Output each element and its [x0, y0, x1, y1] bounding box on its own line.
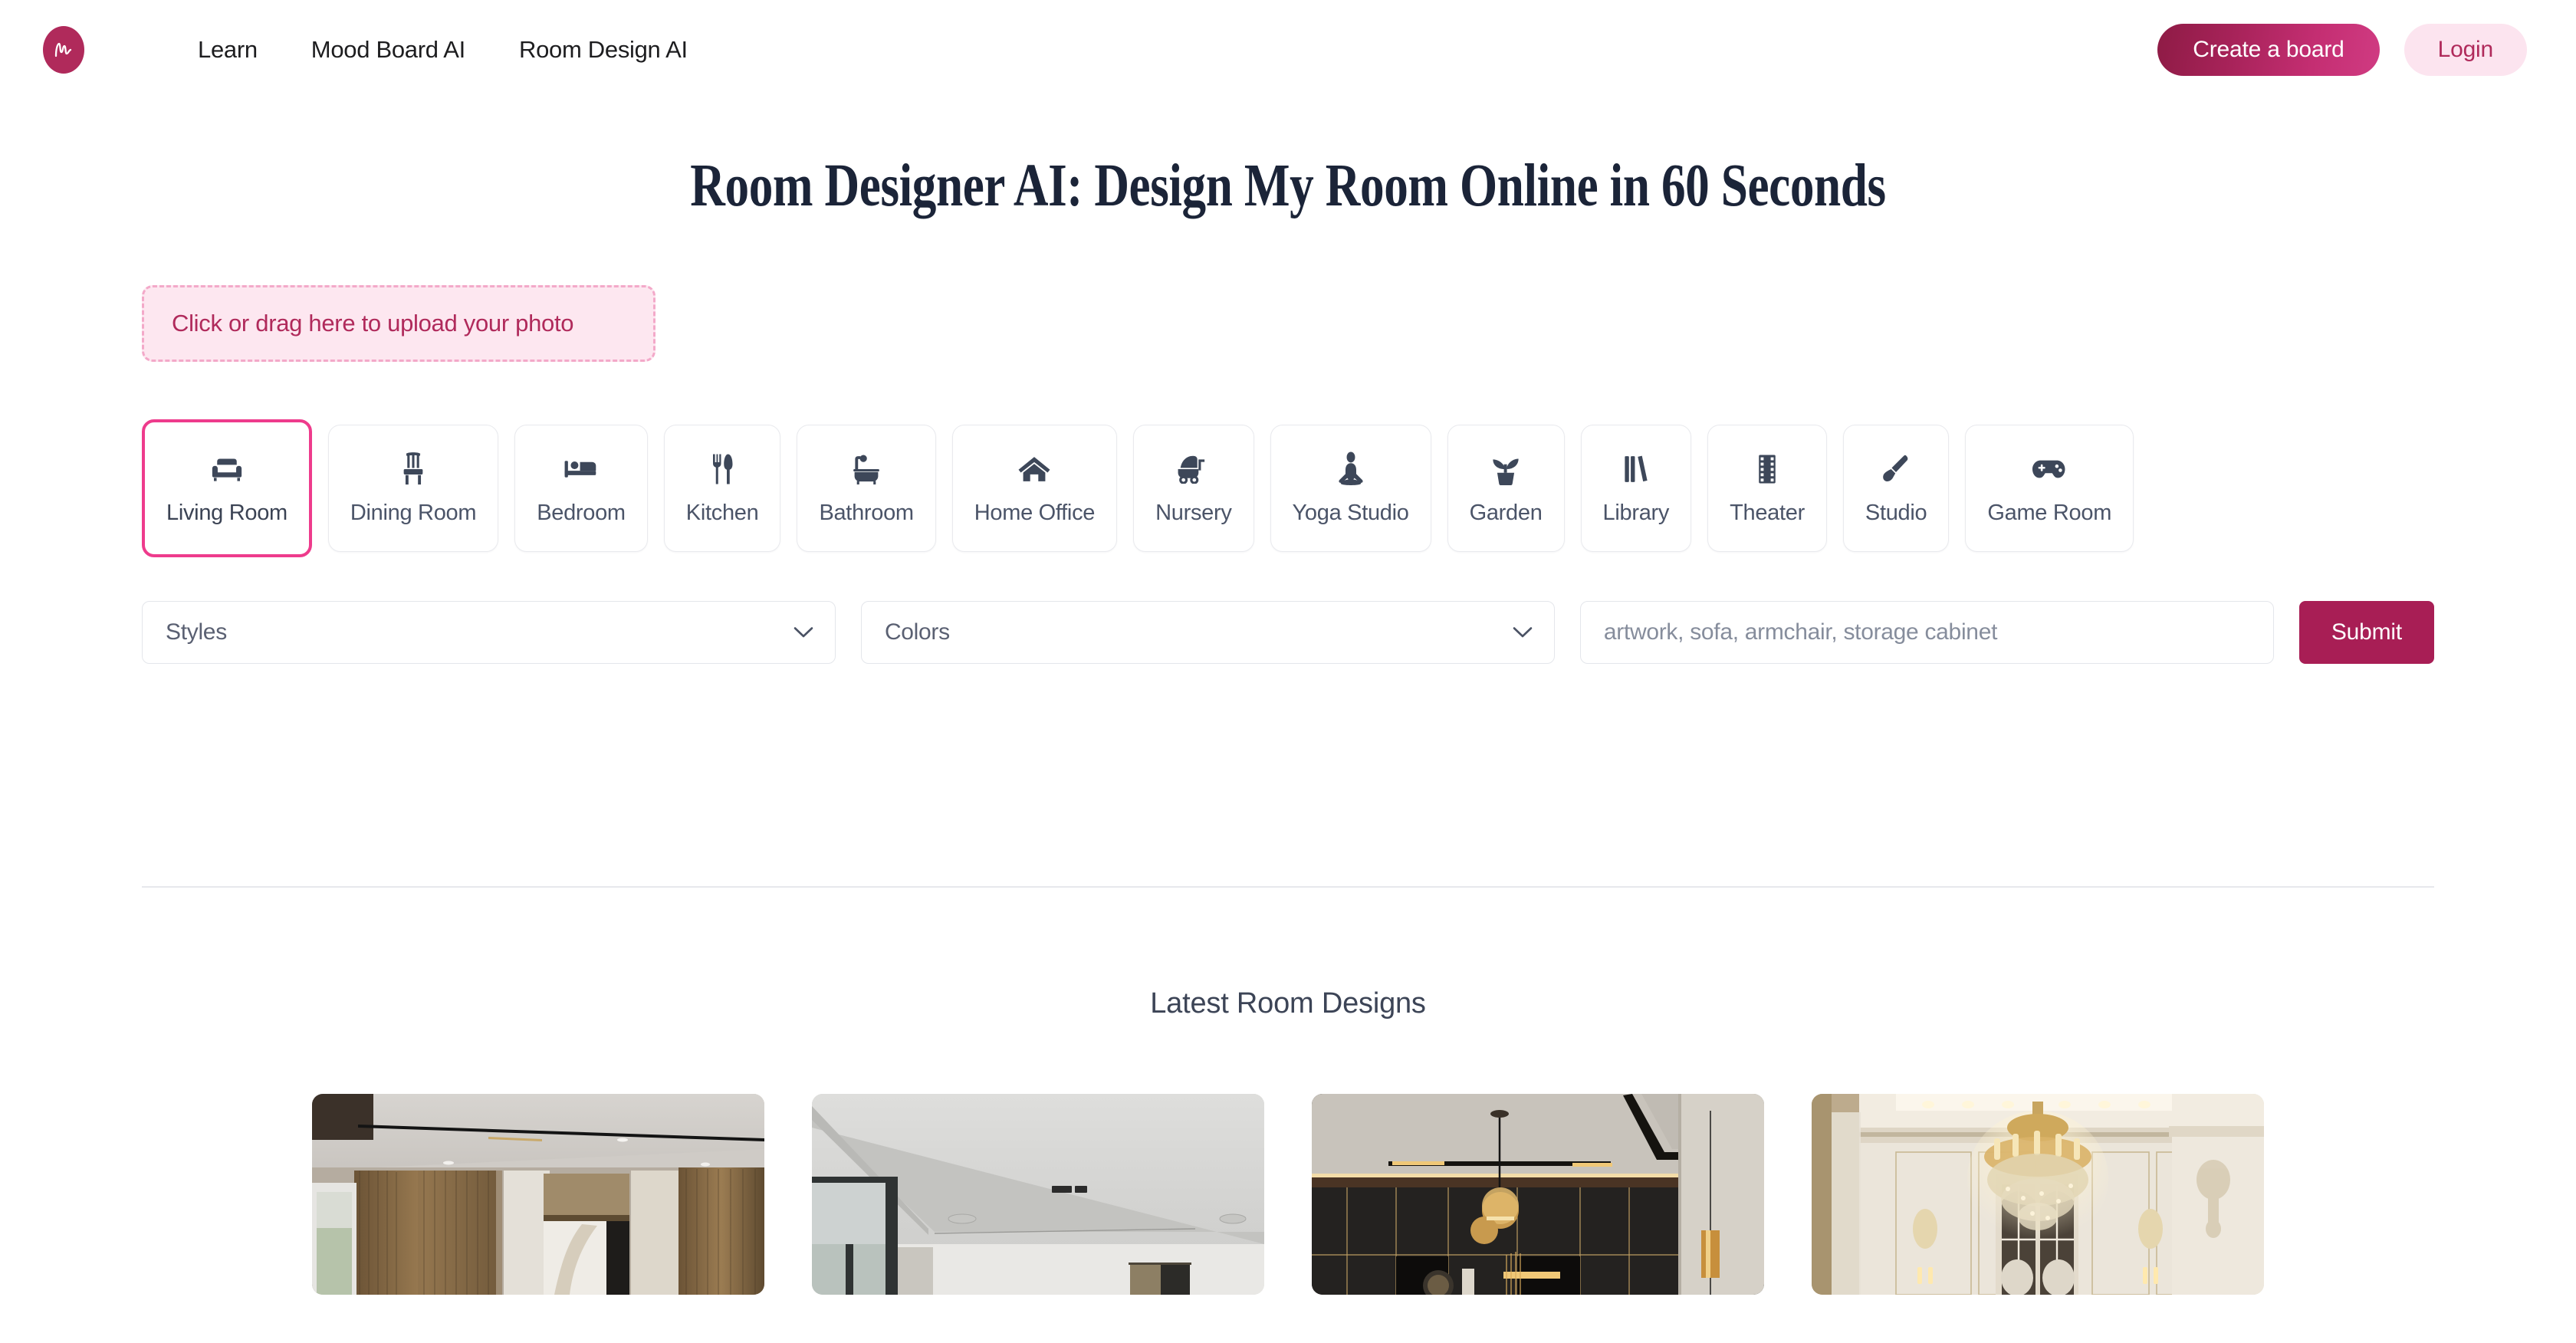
room-tab-yoga-studio[interactable]: Yoga Studio [1270, 425, 1431, 552]
room-tab-label: Yoga Studio [1292, 500, 1409, 525]
room-tab-game-room[interactable]: Game Room [1965, 425, 2134, 552]
books-icon [1623, 451, 1649, 487]
room-tab-label: Bedroom [537, 500, 626, 525]
room-tab-label: Living Room [166, 500, 288, 525]
styles-select-value: Styles [166, 619, 227, 645]
room-tab-studio[interactable]: Studio [1842, 425, 1950, 552]
room-tab-bedroom[interactable]: Bedroom [514, 425, 648, 552]
film-strip-icon [1756, 451, 1778, 487]
room-tab-library[interactable]: Library [1580, 425, 1692, 552]
room-design-card-4[interactable] [1812, 1094, 2264, 1295]
submit-button[interactable]: Submit [2298, 601, 2434, 664]
paintbrush-icon [1881, 451, 1911, 487]
dropzone-label: Click or drag here to upload your photo [172, 310, 574, 337]
room-tab-bathroom[interactable]: Bathroom [797, 425, 936, 552]
gamepad-icon [2032, 451, 2066, 487]
nav-link-learn[interactable]: Learn [198, 36, 258, 64]
room-tab-kitchen[interactable]: Kitchen [663, 425, 781, 552]
room-tab-living-room[interactable]: Living Room [142, 419, 312, 557]
chevron-down-icon [794, 626, 813, 639]
potted-plant-icon [1491, 451, 1520, 487]
room-design-card-3[interactable] [1312, 1094, 1764, 1295]
monogram-m-logo[interactable] [43, 26, 84, 74]
meditation-icon [1335, 451, 1367, 487]
couch-icon [209, 451, 245, 487]
latest-room-designs-gallery [142, 1094, 2434, 1295]
utensils-icon [711, 451, 734, 487]
page-body: Room Designer AI: Design My Room Online … [0, 152, 2576, 1295]
colors-select[interactable]: Colors [860, 601, 1555, 664]
room-tab-label: Nursery [1155, 500, 1232, 525]
design-form-row: Styles Colors Submit [142, 601, 2434, 664]
bathtub-icon [851, 451, 882, 487]
room-tab-dining-room[interactable]: Dining Room [327, 425, 499, 552]
room-tab-label: Game Room [1987, 500, 2112, 525]
latest-room-designs-heading: Latest Room Designs [1150, 987, 1426, 1020]
bed-icon [564, 451, 599, 487]
room-type-tab-list: Living Room Dining Room Bedroom Kitchen Bath… [142, 419, 2434, 557]
room-tab-label: Dining Room [350, 500, 477, 525]
chair-icon [400, 451, 426, 487]
house-icon [1017, 451, 1051, 487]
header-actions: Create a board Login [2157, 24, 2527, 76]
room-tab-nursery[interactable]: Nursery [1133, 425, 1254, 552]
room-tab-label: Bathroom [819, 500, 914, 525]
room-tab-label: Garden [1469, 500, 1543, 525]
styles-select[interactable]: Styles [142, 601, 836, 664]
login-button[interactable]: Login [2404, 24, 2527, 76]
room-tab-garden[interactable]: Garden [1447, 425, 1565, 552]
room-tab-label: Kitchen [685, 500, 759, 525]
room-design-card-1[interactable] [312, 1094, 764, 1295]
room-tab-home-office[interactable]: Home Office [951, 425, 1118, 552]
room-tab-label: Home Office [974, 500, 1096, 525]
section-divider [142, 886, 2434, 888]
site-header: Learn Mood Board AI Room Design AI Creat… [0, 0, 2576, 100]
room-tab-theater[interactable]: Theater [1707, 425, 1827, 552]
colors-select-value: Colors [884, 619, 950, 645]
photo-upload-dropzone[interactable]: Click or drag here to upload your photo [142, 285, 656, 362]
items-input[interactable] [1579, 601, 2274, 664]
room-design-card-2[interactable] [812, 1094, 1264, 1295]
room-tab-label: Theater [1730, 500, 1805, 525]
nav-link-mood-board-ai[interactable]: Mood Board AI [311, 36, 465, 64]
baby-carriage-icon [1177, 451, 1211, 487]
room-tab-label: Library [1602, 500, 1670, 525]
chevron-down-icon [1513, 626, 1533, 639]
primary-nav: Learn Mood Board AI Room Design AI [198, 36, 741, 64]
room-tab-label: Studio [1865, 500, 1927, 525]
create-a-board-button[interactable]: Create a board [2157, 24, 2380, 76]
nav-link-room-design-ai[interactable]: Room Design AI [519, 36, 688, 64]
page-title: Room Designer AI: Design My Room Online … [690, 153, 1886, 219]
